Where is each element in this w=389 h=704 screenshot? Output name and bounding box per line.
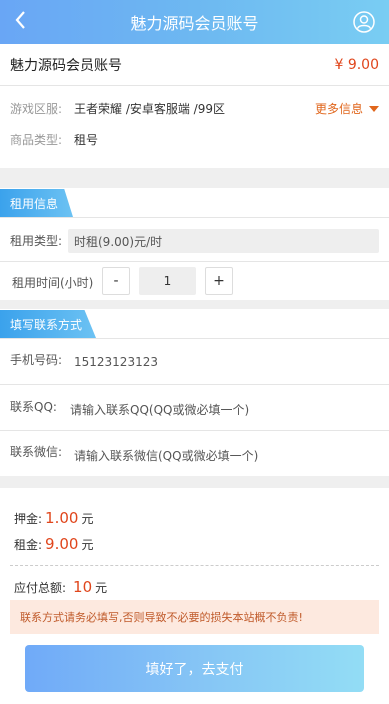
rent-section-title: 租用信息 xyxy=(0,189,73,217)
decrease-button[interactable]: - xyxy=(102,267,130,295)
rent-fee-label: 租金: xyxy=(14,538,43,552)
pay-button[interactable]: 填好了，去支付 xyxy=(25,645,364,692)
divider xyxy=(0,338,389,339)
rent-fee-unit: 元 xyxy=(81,538,94,552)
type-label: 商品类型: xyxy=(10,132,63,147)
server-value: 王者荣耀 /安卓客服端 /99区 xyxy=(74,101,225,116)
product-name: 魅力源码会员账号 xyxy=(10,57,122,74)
caret-down-icon xyxy=(369,105,379,112)
divider xyxy=(0,217,389,218)
phone-label: 手机号码: xyxy=(10,353,63,367)
total-label: 应付总额: xyxy=(14,581,67,595)
product-header: 魅力源码会员账号 ¥ 9.00 xyxy=(0,44,389,86)
type-row: 商品类型: 租号 xyxy=(0,127,389,151)
quantity-field[interactable]: 1 xyxy=(139,267,196,295)
deposit-unit: 元 xyxy=(81,512,94,526)
qq-field[interactable]: 请输入联系QQ(QQ或微必填一个) xyxy=(70,401,249,418)
wechat-field[interactable]: 请输入联系微信(QQ或微必填一个) xyxy=(74,447,258,464)
dashed-divider xyxy=(10,565,379,566)
contact-section-title: 填写联系方式 xyxy=(0,310,96,338)
increase-button[interactable]: + xyxy=(205,267,233,295)
rent-type-label: 租用类型: xyxy=(10,234,63,248)
section-gap xyxy=(0,300,389,309)
divider xyxy=(0,384,389,385)
user-icon[interactable] xyxy=(353,11,375,33)
wechat-label: 联系微信: xyxy=(10,445,63,459)
rent-fee-row: 租金: 9.00 元 xyxy=(14,535,93,553)
divider xyxy=(0,430,389,431)
section-gap xyxy=(0,476,389,488)
total-row: 应付总额: 10 元 xyxy=(14,578,107,596)
product-price: ¥ 9.00 xyxy=(334,56,379,73)
rent-type-select[interactable]: 时租(9.00)元/时 xyxy=(68,229,379,253)
type-value: 租号 xyxy=(74,132,99,147)
more-info-button[interactable]: 更多信息 xyxy=(315,100,379,117)
total-value: 10 xyxy=(73,578,93,596)
divider xyxy=(0,261,389,262)
phone-field[interactable]: 15123123123 xyxy=(74,355,158,369)
rent-time-label: 租用时间(小时) xyxy=(12,276,94,290)
section-gap xyxy=(0,168,389,188)
deposit-value: 1.00 xyxy=(45,509,79,527)
app-header: 魅力源码会员账号 xyxy=(0,0,389,44)
more-info-label: 更多信息 xyxy=(314,102,363,116)
back-arrow-icon[interactable] xyxy=(14,10,34,34)
server-label: 游戏区服: xyxy=(10,101,63,116)
page-title: 魅力源码会员账号 xyxy=(130,14,259,33)
deposit-row: 押金: 1.00 元 xyxy=(14,509,93,527)
deposit-label: 押金: xyxy=(14,512,43,526)
qq-label: 联系QQ: xyxy=(10,400,57,414)
rent-fee-value: 9.00 xyxy=(45,535,79,553)
warning-notice: 联系方式请务必填写,否则导致不必要的损失本站概不负责! xyxy=(10,600,379,634)
total-unit: 元 xyxy=(95,581,108,595)
